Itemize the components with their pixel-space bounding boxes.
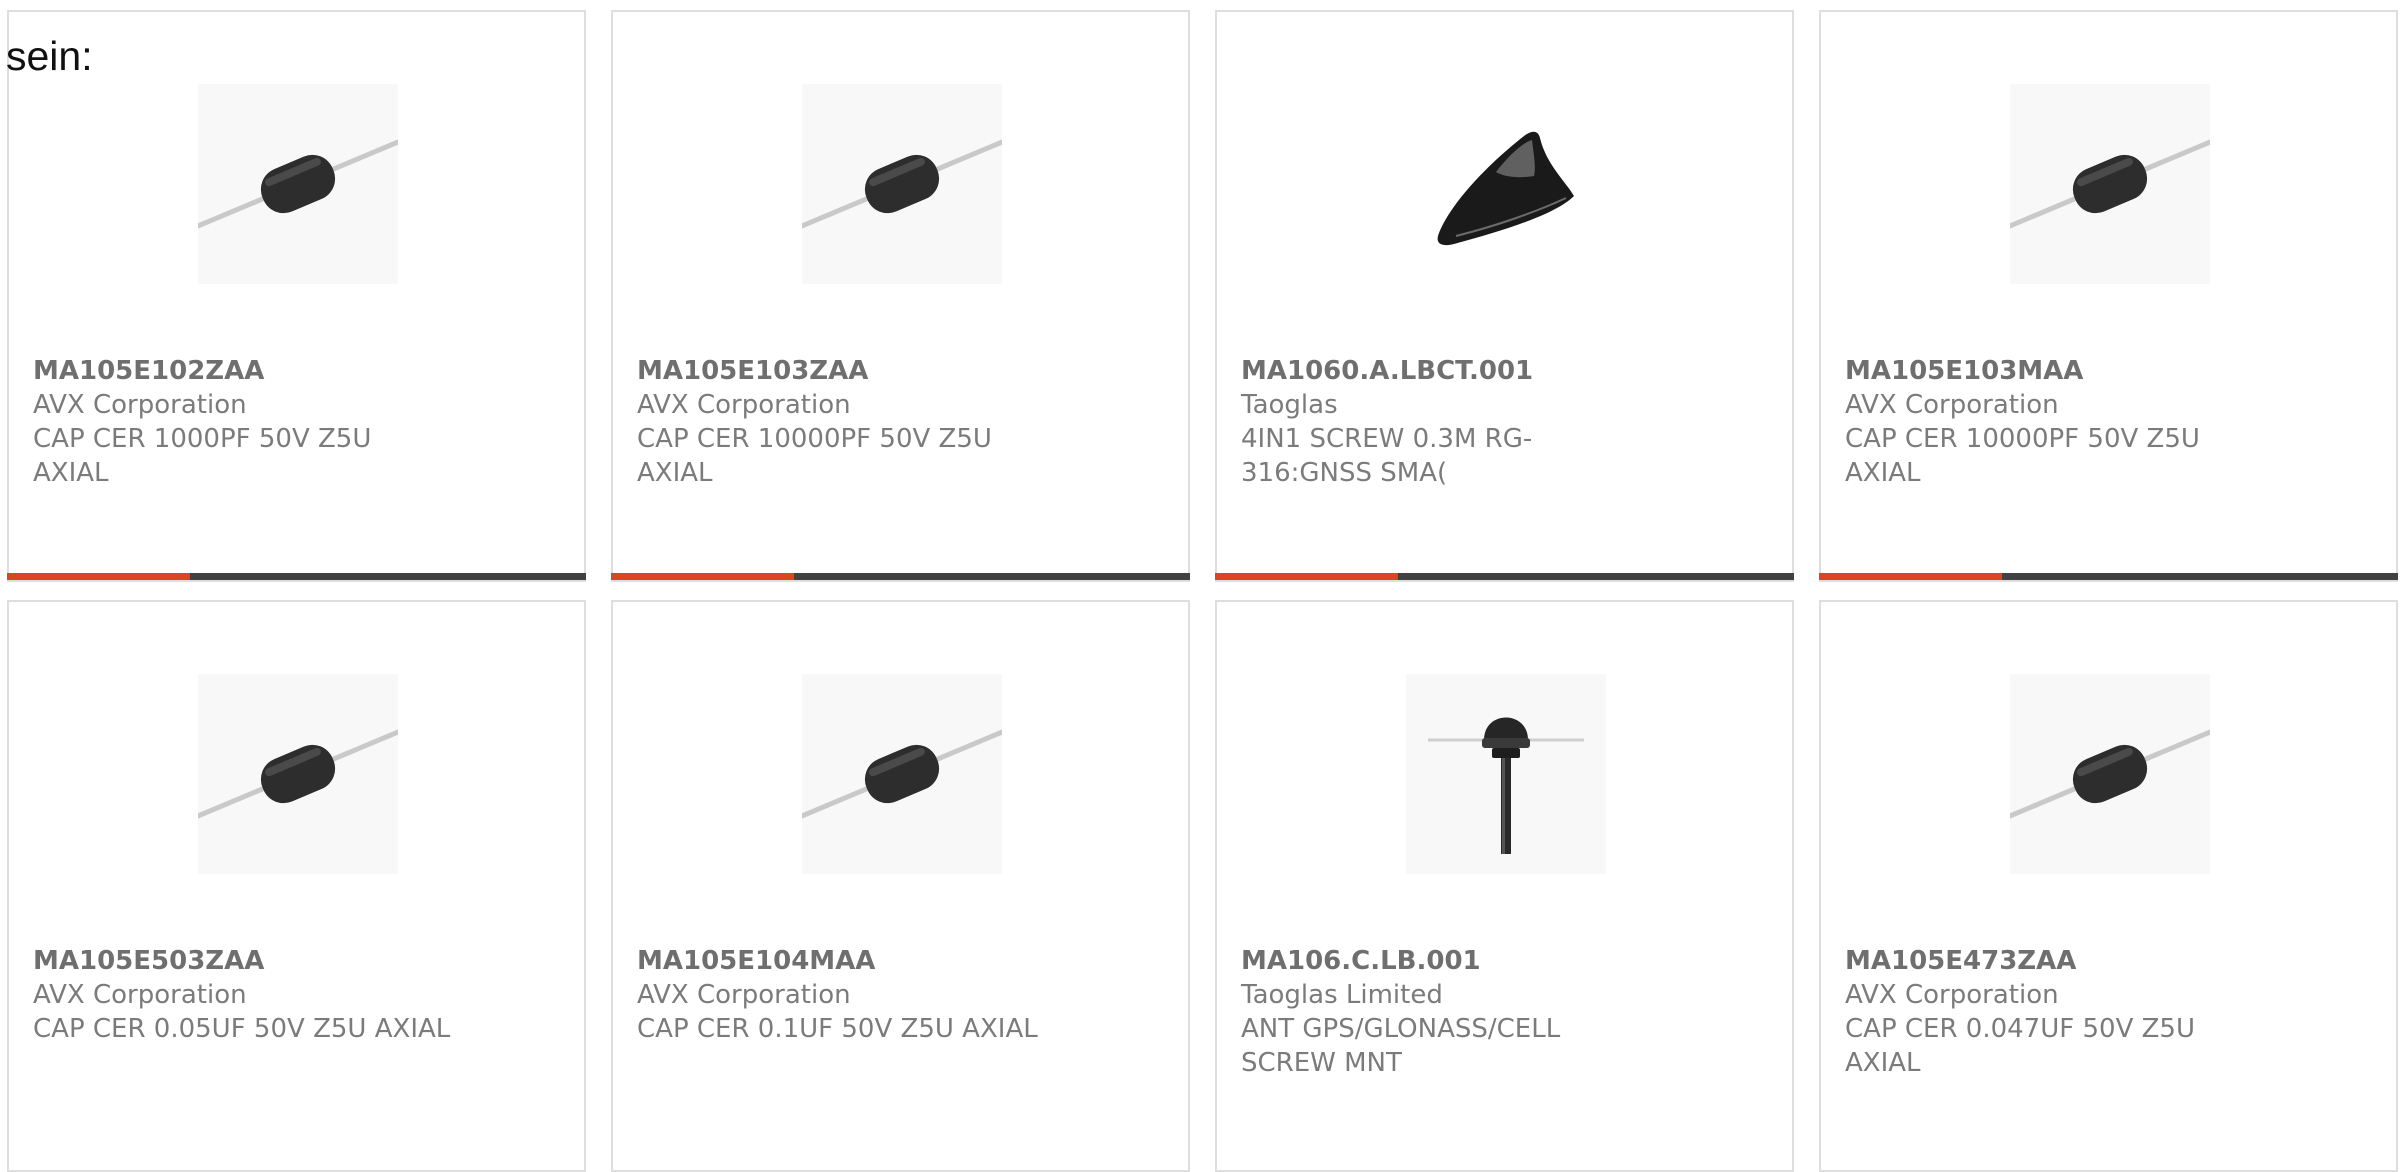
part-number-link[interactable]: MA106.C.LB.001 bbox=[1241, 944, 1741, 978]
product-info: MA105E104MAA AVX Corporation CAP CER 0.1… bbox=[637, 944, 1137, 1046]
product-description: ANT GPS/GLONASS/CELL SCREW MNT bbox=[1241, 1014, 1561, 1078]
section-label: sein: bbox=[6, 33, 93, 79]
part-number-link[interactable]: MA105E102ZAA bbox=[33, 354, 533, 388]
manufacturer-name: AVX Corporation bbox=[1845, 390, 2059, 420]
product-card[interactable]: MA106.C.LB.001 Taoglas Limited ANT GPS/G… bbox=[1215, 600, 1794, 1172]
manufacturer-name: Taoglas Limited bbox=[1241, 980, 1443, 1010]
manufacturer-name: AVX Corporation bbox=[637, 390, 851, 420]
product-card[interactable]: MA105E102ZAA AVX Corporation CAP CER 100… bbox=[7, 10, 586, 582]
product-description: 4IN1 SCREW 0.3M RG-316:GNSS SMA( bbox=[1241, 424, 1533, 488]
product-info: MA105E503ZAA AVX Corporation CAP CER 0.0… bbox=[33, 944, 533, 1046]
product-description: CAP CER 0.05UF 50V Z5U AXIAL bbox=[33, 1014, 451, 1044]
product-info: MA105E103ZAA AVX Corporation CAP CER 100… bbox=[637, 354, 1137, 490]
product-description: CAP CER 10000PF 50V Z5U AXIAL bbox=[637, 424, 992, 488]
axial-capacitor-image[interactable] bbox=[198, 84, 398, 284]
axial-capacitor-image[interactable] bbox=[2010, 674, 2210, 874]
accent-bar bbox=[611, 573, 794, 580]
product-card[interactable]: MA105E103MAA AVX Corporation CAP CER 100… bbox=[1819, 10, 2398, 582]
axial-capacitor-image[interactable] bbox=[198, 674, 398, 874]
product-card[interactable]: MA1060.A.LBCT.001 Taoglas 4IN1 SCREW 0.3… bbox=[1215, 10, 1794, 582]
product-info: MA105E473ZAA AVX Corporation CAP CER 0.0… bbox=[1845, 944, 2345, 1080]
product-card[interactable]: MA105E103ZAA AVX Corporation CAP CER 100… bbox=[611, 10, 1190, 582]
manufacturer-name: AVX Corporation bbox=[1845, 980, 2059, 1010]
product-info: MA105E103MAA AVX Corporation CAP CER 100… bbox=[1845, 354, 2345, 490]
part-number-link[interactable]: MA105E473ZAA bbox=[1845, 944, 2345, 978]
axial-capacitor-image[interactable] bbox=[802, 674, 1002, 874]
product-card[interactable]: MA105E104MAA AVX Corporation CAP CER 0.1… bbox=[611, 600, 1190, 1172]
part-number-link[interactable]: MA1060.A.LBCT.001 bbox=[1241, 354, 1741, 388]
product-info: MA105E102ZAA AVX Corporation CAP CER 100… bbox=[33, 354, 533, 490]
product-grid: MA105E102ZAA AVX Corporation CAP CER 100… bbox=[7, 10, 2400, 1172]
product-description: CAP CER 10000PF 50V Z5U AXIAL bbox=[1845, 424, 2200, 488]
part-number-link[interactable]: MA105E104MAA bbox=[637, 944, 1137, 978]
accent-bar bbox=[7, 573, 190, 580]
product-info: MA1060.A.LBCT.001 Taoglas 4IN1 SCREW 0.3… bbox=[1241, 354, 1741, 490]
manufacturer-name: AVX Corporation bbox=[637, 980, 851, 1010]
axial-capacitor-image[interactable] bbox=[802, 84, 1002, 284]
axial-capacitor-image[interactable] bbox=[2010, 84, 2210, 284]
card-bottom-bar bbox=[1819, 573, 2398, 580]
card-bottom-bar bbox=[7, 573, 586, 580]
accent-bar bbox=[1819, 573, 2002, 580]
card-bottom-bar bbox=[611, 573, 1190, 580]
manufacturer-name: Taoglas bbox=[1241, 390, 1338, 420]
shark-fin-antenna-image[interactable] bbox=[1406, 84, 1606, 284]
manufacturer-name: AVX Corporation bbox=[33, 390, 247, 420]
product-card[interactable]: MA105E503ZAA AVX Corporation CAP CER 0.0… bbox=[7, 600, 586, 1172]
product-description: CAP CER 0.047UF 50V Z5U AXIAL bbox=[1845, 1014, 2195, 1078]
accent-bar bbox=[1215, 573, 1398, 580]
part-number-link[interactable]: MA105E103ZAA bbox=[637, 354, 1137, 388]
card-bottom-bar bbox=[1215, 573, 1794, 580]
product-card[interactable]: MA105E473ZAA AVX Corporation CAP CER 0.0… bbox=[1819, 600, 2398, 1172]
part-number-link[interactable]: MA105E103MAA bbox=[1845, 354, 2345, 388]
product-description: CAP CER 0.1UF 50V Z5U AXIAL bbox=[637, 1014, 1038, 1044]
puck-antenna-image[interactable] bbox=[1406, 674, 1606, 874]
manufacturer-name: AVX Corporation bbox=[33, 980, 247, 1010]
product-description: CAP CER 1000PF 50V Z5U AXIAL bbox=[33, 424, 372, 488]
product-info: MA106.C.LB.001 Taoglas Limited ANT GPS/G… bbox=[1241, 944, 1741, 1080]
part-number-link[interactable]: MA105E503ZAA bbox=[33, 944, 533, 978]
